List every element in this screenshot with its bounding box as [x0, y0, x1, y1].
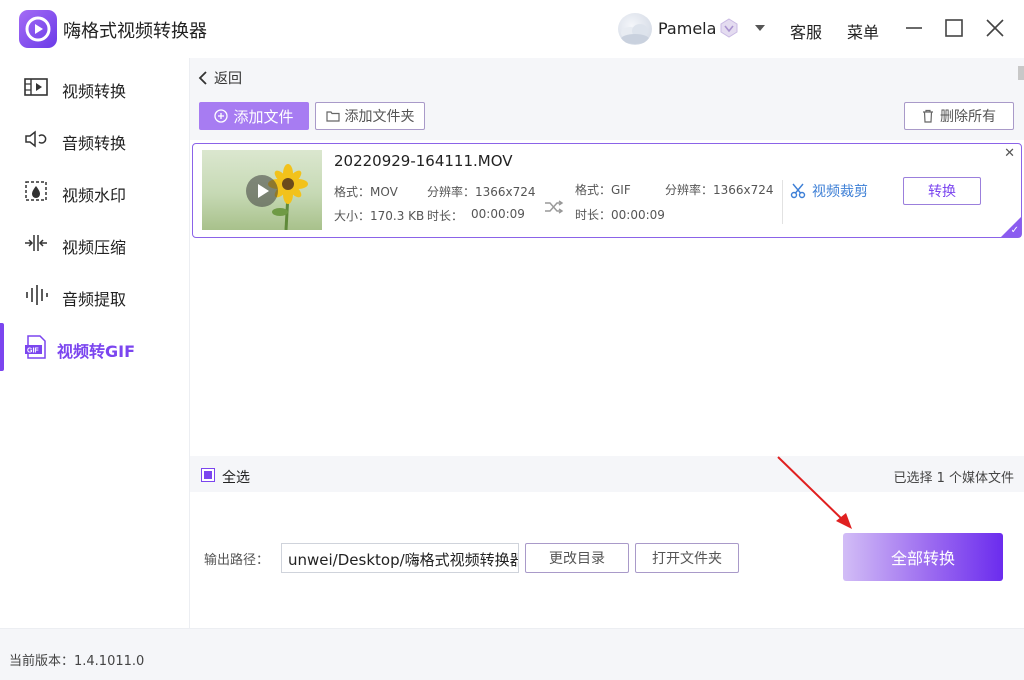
- select-all-label[interactable]: 全选: [222, 467, 250, 487]
- plus-circle-icon: [214, 109, 229, 123]
- app-logo: [19, 10, 57, 48]
- sidebar-item-video-to-gif[interactable]: GIF 视频转GIF: [0, 321, 189, 373]
- add-file-button[interactable]: 添加文件: [199, 102, 309, 130]
- close-icon[interactable]: [983, 16, 1007, 40]
- shuffle-icon: [545, 200, 564, 214]
- sidebar: 视频转换 音频转换 视频水印 视频压缩 音频提取 GIF 视频转GIF: [0, 58, 190, 628]
- divider: [782, 180, 783, 224]
- file-name: 20220929-164111.MOV: [334, 152, 513, 170]
- username[interactable]: Pamela: [658, 19, 716, 38]
- output-path-label: 输出路径：: [204, 553, 270, 568]
- select-all-checkbox[interactable]: [201, 468, 215, 482]
- delete-all-button[interactable]: 删除所有: [904, 102, 1014, 130]
- add-folder-button[interactable]: 添加文件夹: [315, 102, 425, 130]
- chevron-left-icon: [198, 71, 207, 85]
- file-list: 20220929-164111.MOV 格式：MOV 分辨率：1366x724 …: [190, 140, 1024, 456]
- sidebar-item-label: 视频水印: [62, 186, 127, 205]
- sidebar-item-label: 音频提取: [62, 290, 127, 309]
- delete-all-label: 删除所有: [940, 109, 996, 125]
- vip-icon: [720, 18, 738, 38]
- add-file-label: 添加文件: [233, 107, 294, 126]
- video-convert-icon: [24, 78, 48, 96]
- target-duration: 时长：00:00:09: [575, 208, 665, 222]
- app-window: 嗨格式视频转换器 Pamela 客服 菜单 视频转换 音频转换 视频水印 视频压…: [0, 0, 1024, 680]
- video-crop-button[interactable]: 视频裁剪: [790, 181, 868, 201]
- video-thumbnail[interactable]: [202, 150, 322, 230]
- source-duration-label: 时长：: [427, 209, 464, 223]
- sidebar-item-audio-extract[interactable]: 音频提取: [0, 269, 189, 321]
- play-icon[interactable]: [246, 175, 278, 207]
- compress-icon: [25, 235, 47, 251]
- open-folder-button[interactable]: 打开文件夹: [635, 543, 739, 573]
- folder-icon: [325, 111, 340, 122]
- scrollbar[interactable]: [1018, 66, 1024, 80]
- version-text: 当前版本：1.4.1011.0: [9, 654, 145, 669]
- status-bar: 当前版本：1.4.1011.0: [0, 628, 1024, 680]
- checkmark-icon: ✓: [1010, 225, 1019, 236]
- sidebar-item-audio-convert[interactable]: 音频转换: [0, 113, 189, 165]
- sidebar-item-compress[interactable]: 视频压缩: [0, 217, 189, 269]
- source-duration: 00:00:09: [471, 207, 525, 221]
- sidebar-item-label: 音频转换: [62, 134, 127, 153]
- selected-count: 已选择 1 个媒体文件: [893, 471, 1014, 486]
- source-size: 大小：170.3 KB: [334, 209, 425, 223]
- trash-icon: [923, 109, 933, 123]
- gif-icon: GIF: [25, 335, 46, 359]
- source-resolution: 分辨率：1366x724: [427, 185, 536, 199]
- sidebar-item-watermark[interactable]: 视频水印: [0, 165, 189, 217]
- chevron-down-icon[interactable]: [754, 23, 766, 33]
- video-crop-label: 视频裁剪: [812, 184, 868, 200]
- target-format: 格式：GIF: [575, 183, 631, 197]
- audio-extract-icon: [26, 285, 48, 305]
- audio-convert-icon: [25, 130, 47, 148]
- selection-bar: 全选 已选择 1 个媒体文件: [190, 458, 1024, 492]
- minimize-icon[interactable]: [902, 16, 926, 40]
- menu-link[interactable]: 菜单: [847, 19, 879, 43]
- back-button[interactable]: 返回: [198, 68, 242, 88]
- main-panel: 返回 添加文件 添加文件夹 删除所有 20220929-164111.MOV 格…: [190, 58, 1024, 628]
- add-folder-label: 添加文件夹: [344, 109, 415, 125]
- maximize-icon[interactable]: [942, 16, 966, 40]
- remove-file-icon[interactable]: ✕: [1004, 146, 1015, 161]
- customer-service-link[interactable]: 客服: [790, 19, 822, 43]
- convert-all-button[interactable]: 全部转换: [843, 533, 1003, 581]
- sidebar-item-label: 视频转换: [62, 82, 127, 101]
- sidebar-item-label: 视频压缩: [62, 238, 127, 257]
- avatar[interactable]: [618, 13, 652, 45]
- target-resolution: 分辨率：1366x724: [665, 183, 774, 197]
- title-bar: 嗨格式视频转换器 Pamela 客服 菜单: [0, 0, 1024, 58]
- active-indicator: [0, 323, 4, 371]
- svg-text:GIF: GIF: [27, 348, 39, 355]
- back-label: 返回: [214, 71, 242, 87]
- output-path-field[interactable]: unwei/Desktop/嗨格式视频转换器: [281, 543, 519, 573]
- watermark-icon: [25, 181, 47, 201]
- file-card[interactable]: 20220929-164111.MOV 格式：MOV 分辨率：1366x724 …: [192, 143, 1022, 238]
- sidebar-item-label: 视频转GIF: [57, 342, 136, 361]
- change-directory-button[interactable]: 更改目录: [525, 543, 629, 573]
- app-title: 嗨格式视频转换器: [63, 21, 207, 42]
- source-format: 格式：MOV: [334, 185, 398, 199]
- convert-button[interactable]: 转换: [903, 177, 981, 205]
- scissors-icon: [790, 183, 806, 199]
- output-panel: 输出路径： unwei/Desktop/嗨格式视频转换器 更改目录 打开文件夹 …: [190, 492, 1024, 628]
- sidebar-item-video-convert[interactable]: 视频转换: [0, 61, 189, 113]
